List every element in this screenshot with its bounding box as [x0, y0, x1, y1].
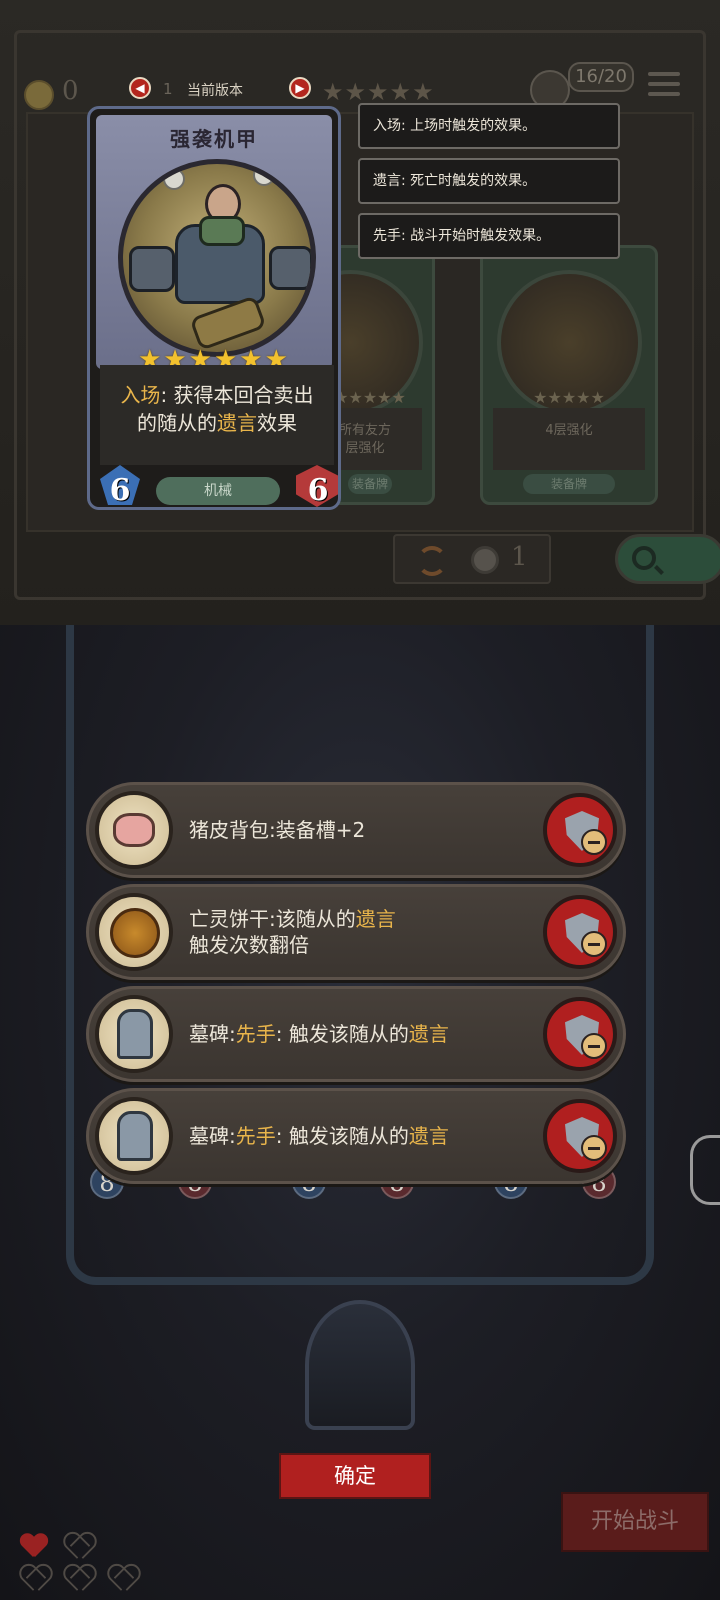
undead-cookie-icon — [95, 893, 173, 971]
tombstone-icon — [95, 995, 173, 1073]
heart-empty-icon — [64, 1566, 92, 1592]
desc-text: : 获得本回合卖出 — [160, 383, 314, 407]
card-tag: 装备牌 — [523, 474, 615, 494]
equipment-item: 猪皮背包:装备槽+2 — [86, 782, 626, 878]
tooltip-battlecry: 入场: 上场时触发的效果。 — [358, 103, 620, 149]
card-description: 入场: 获得本回合卖出 的随从的遗言效果 — [100, 365, 334, 465]
search-icon — [632, 546, 656, 570]
shop-card-3[interactable]: ★★★★★ 4层强化 装备牌 — [480, 245, 658, 505]
version-label: 当前版本 — [187, 83, 243, 99]
equipment-effect: :装备槽+2 — [269, 818, 366, 842]
remove-equipment-button[interactable] — [543, 997, 617, 1071]
equipment-name: 墓碑 — [189, 1124, 229, 1148]
board-gem-ornament — [305, 1300, 415, 1430]
desc-text: 效果 — [257, 411, 297, 435]
attack-value: 6 — [109, 473, 131, 508]
pilot-torso — [199, 216, 245, 246]
menu-icon[interactable] — [648, 72, 680, 100]
version-next-button[interactable]: ▶ — [289, 77, 311, 99]
smoke-icon — [163, 168, 185, 190]
equipment-name: 猪皮背包 — [189, 818, 269, 842]
card-tag: 装备牌 — [348, 474, 392, 494]
equipment-item: 墓碑:先手: 触发该随从的遗言 — [86, 1088, 626, 1184]
refresh-button[interactable]: 1 — [393, 534, 551, 584]
health-value: 6 — [307, 473, 329, 508]
equipment-effect: : 触发该随从的 — [275, 1022, 409, 1046]
equipment-text: 亡灵饼干:该随从的遗言触发次数翻倍 — [189, 887, 396, 977]
equipment-name: 墓碑 — [189, 1022, 229, 1046]
coin-icon — [24, 80, 54, 110]
equipment-name: 亡灵饼干 — [189, 907, 269, 931]
equipment-text: 猪皮背包:装备槽+2 — [189, 785, 365, 875]
minus-icon — [581, 931, 607, 957]
tombstone-icon — [95, 1097, 173, 1175]
slots-counter: 16/20 — [568, 62, 634, 92]
refresh-cost: 1 — [511, 542, 528, 572]
minion-type: 机械 — [156, 477, 280, 505]
card-stars: ★★★★★ — [533, 388, 605, 407]
confirm-button[interactable]: 确定 — [279, 1453, 431, 1499]
equipment-text: 墓碑:先手: 触发该随从的遗言 — [189, 1022, 449, 1046]
minion-card-detail: 强袭机甲 ★★★★★★ 入场: 获得本回合卖出 的随从的遗言效果 6 机械 6 — [83, 102, 345, 512]
equipment-text: 墓碑:先手: 触发该随从的遗言 — [189, 1124, 449, 1148]
keyword-deathrattle: 遗言 — [408, 1022, 449, 1046]
refresh-icon — [417, 546, 447, 576]
desc-text: 的随从的 — [137, 411, 217, 435]
remove-equipment-button[interactable] — [543, 895, 617, 969]
smoke-icon — [253, 164, 275, 186]
keyword-deathrattle: 遗言 — [408, 1124, 449, 1148]
equipment-item: 墓碑:先手: 触发该随从的遗言 — [86, 986, 626, 1082]
heart-icon — [20, 1534, 48, 1560]
coin-icon — [471, 546, 499, 574]
tooltip-first-strike: 先手: 战斗开始时触发效果。 — [358, 213, 620, 259]
keyword-first-strike: 先手 — [235, 1124, 276, 1148]
heart-empty-icon — [64, 1534, 92, 1560]
card-title: 强袭机甲 — [170, 127, 258, 151]
mech-portrait — [118, 159, 316, 357]
version-number: 1 — [163, 80, 173, 98]
keyword-deathrattle: 遗言 — [217, 411, 257, 435]
version-prev-button[interactable]: ◀ — [129, 77, 151, 99]
card-body: 强袭机甲 ★★★★★★ 入场: 获得本回合卖出 的随从的遗言效果 6 机械 6 — [87, 106, 341, 510]
minus-icon — [581, 829, 607, 855]
pig-backpack-icon — [95, 791, 173, 869]
coin-count: 0 — [62, 76, 79, 106]
tooltip-deathrattle: 遗言: 死亡时触发的效果。 — [358, 158, 620, 204]
heart-empty-icon — [108, 1566, 136, 1592]
mech-fist-left — [129, 246, 175, 292]
chevron-left-icon: ◀ — [135, 81, 145, 95]
equipment-item: 亡灵饼干:该随从的遗言触发次数翻倍 — [86, 884, 626, 980]
remove-equipment-button[interactable] — [543, 1099, 617, 1173]
minus-icon — [581, 1033, 607, 1059]
remove-equipment-button[interactable] — [543, 793, 617, 867]
equipment-effect: : 触发该随从的 — [275, 1124, 409, 1148]
mech-fist-right — [269, 246, 311, 290]
start-battle-button[interactable]: 开始战斗 — [561, 1492, 709, 1552]
keyword-deathrattle: 遗言 — [355, 907, 396, 931]
card-header: 强袭机甲 — [96, 115, 332, 369]
card-desc: 4层强化 — [493, 408, 645, 470]
keyword-battlecry: 入场 — [120, 383, 161, 407]
heart-empty-icon — [20, 1566, 48, 1592]
chevron-right-icon: ▶ — [295, 81, 305, 95]
equipment-effect: :该随从的 — [269, 907, 356, 931]
side-drawer-handle[interactable] — [690, 1135, 720, 1205]
keyword-first-strike: 先手 — [235, 1022, 276, 1046]
minus-icon — [581, 1135, 607, 1161]
equipment-effect: 触发次数翻倍 — [189, 933, 309, 957]
search-button[interactable] — [615, 534, 720, 584]
